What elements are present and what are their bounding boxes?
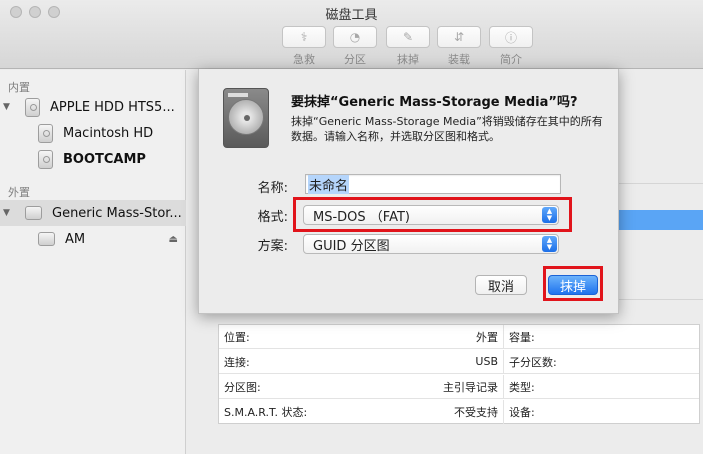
sidebar-item-bootcamp[interactable]: BOOTCAMP — [0, 146, 186, 172]
info-key: 类型: — [509, 380, 535, 394]
eject-icon[interactable]: ⏏ — [169, 234, 178, 245]
external-volume-icon — [38, 232, 55, 246]
sidebar-item-macintosh-hd[interactable]: Macintosh HD — [0, 120, 186, 146]
name-label: 名称: — [257, 181, 288, 196]
toolbar-mount-label: 装载 — [448, 53, 470, 66]
toolbar-info-button[interactable]: ⓘ 简介 — [489, 26, 533, 67]
divider — [618, 299, 703, 300]
info-table: 位置: 外置 连接: USB 分区图: 主引导记录 S.M.A.R.T. 状态: 不受支… — [218, 324, 700, 424]
sidebar-item-am[interactable]: AM ⏏ — [0, 226, 186, 252]
toolbar-partition-label: 分区 — [344, 53, 366, 66]
mount-icon: ⇵ — [453, 30, 465, 44]
scheme-popup-value: GUID 分区图 — [313, 238, 390, 254]
hard-disk-icon — [25, 97, 40, 117]
format-label: 格式: — [257, 210, 288, 225]
info-value: 主引导记录 — [443, 380, 498, 394]
scheme-label: 方案: — [257, 239, 288, 254]
sidebar-item-generic-mass-storage[interactable]: ▼ Generic Mass-Stor... — [0, 200, 186, 226]
info-value: 外置 — [476, 330, 498, 344]
info-row: 容量: — [504, 325, 699, 349]
disclosure-triangle-icon[interactable]: ▼ — [3, 102, 13, 112]
info-row: 位置: 外置 — [219, 325, 504, 349]
sidebar: 内置 ▼ APPLE HDD HTS5... Macintosh HD BOOT… — [0, 70, 186, 454]
scheme-popup[interactable]: GUID 分区图 ▲ ▼ — [303, 234, 559, 254]
volume-icon — [38, 123, 53, 143]
dialog-title: 要抹掉“Generic Mass-Storage Media”吗? — [291, 95, 578, 110]
info-key: 分区图: — [224, 380, 261, 394]
dialog-message: 抹掉“Generic Mass-Storage Media”将销毁储存在其中的所… — [291, 115, 603, 143]
volume-icon — [38, 149, 53, 169]
sidebar-item-label: BOOTCAMP — [63, 151, 146, 167]
info-key: 设备: — [509, 406, 535, 419]
toolbar-mount-button[interactable]: ⇵ 装载 — [437, 26, 481, 67]
info-icon: ⓘ — [504, 30, 517, 45]
info-key: S.M.A.R.T. 状态: — [224, 406, 308, 419]
pie-chart-icon: ◔ — [349, 30, 361, 44]
sidebar-item-label: Macintosh HD — [63, 125, 154, 141]
name-field[interactable]: 未命名 — [305, 174, 561, 194]
window-toolbar: 磁盘工具 ⚕ 急救 ◔ 分区 ✎ 抹掉 ⇵ 装载 ⓘ 简介 — [0, 0, 703, 69]
sidebar-internal-header: 内置 — [8, 81, 30, 94]
toolbar-first-aid-label: 急救 — [293, 53, 315, 66]
info-key: 容量: — [509, 330, 535, 344]
info-row: 类型: — [504, 375, 699, 399]
sidebar-item-apple-hdd[interactable]: ▼ APPLE HDD HTS5... — [0, 94, 186, 120]
info-row: 设备: — [504, 400, 699, 424]
info-key: 子分区数: — [509, 355, 557, 369]
info-row: S.M.A.R.T. 状态: 不受支持 — [219, 400, 504, 424]
info-value: USB — [475, 355, 498, 368]
stethoscope-icon: ⚕ — [300, 30, 308, 44]
sidebar-item-label: Generic Mass-Stor... — [52, 205, 182, 221]
external-disk-icon — [25, 206, 42, 220]
toolbar-erase-button[interactable]: ✎ 抹掉 — [386, 26, 430, 67]
chevron-up-down-icon: ▲ ▼ — [542, 207, 557, 223]
toolbar-first-aid-button[interactable]: ⚕ 急救 — [282, 26, 326, 67]
hard-drive-icon — [223, 88, 269, 148]
chevron-up-down-icon: ▲ ▼ — [542, 236, 557, 252]
name-field-value: 未命名 — [308, 174, 350, 194]
disclosure-triangle-icon[interactable]: ▼ — [3, 208, 13, 218]
info-row: 分区图: 主引导记录 — [219, 375, 504, 399]
info-key: 位置: — [224, 330, 250, 344]
eraser-icon: ✎ — [402, 30, 414, 44]
cancel-button[interactable]: 取消 — [475, 275, 527, 295]
sidebar-item-label: AM — [65, 231, 86, 247]
format-popup-value: MS-DOS （FAT) — [313, 209, 410, 225]
window-title: 磁盘工具 — [325, 8, 378, 23]
info-key: 连接: — [224, 355, 250, 369]
sidebar-item-label: APPLE HDD HTS5... — [50, 99, 175, 115]
erase-button[interactable]: 抹掉 — [548, 275, 598, 295]
toolbar-erase-label: 抹掉 — [397, 53, 419, 66]
toolbar-partition-button[interactable]: ◔ 分区 — [333, 26, 377, 67]
info-row: 连接: USB — [219, 350, 504, 374]
format-popup[interactable]: MS-DOS （FAT) ▲ ▼ — [303, 205, 559, 225]
toolbar-info-label: 简介 — [500, 53, 522, 66]
usage-bar — [618, 210, 703, 230]
info-row: 子分区数: — [504, 350, 699, 374]
sidebar-external-header: 外置 — [8, 186, 30, 199]
divider — [618, 183, 703, 184]
info-value: 不受支持 — [454, 406, 498, 419]
